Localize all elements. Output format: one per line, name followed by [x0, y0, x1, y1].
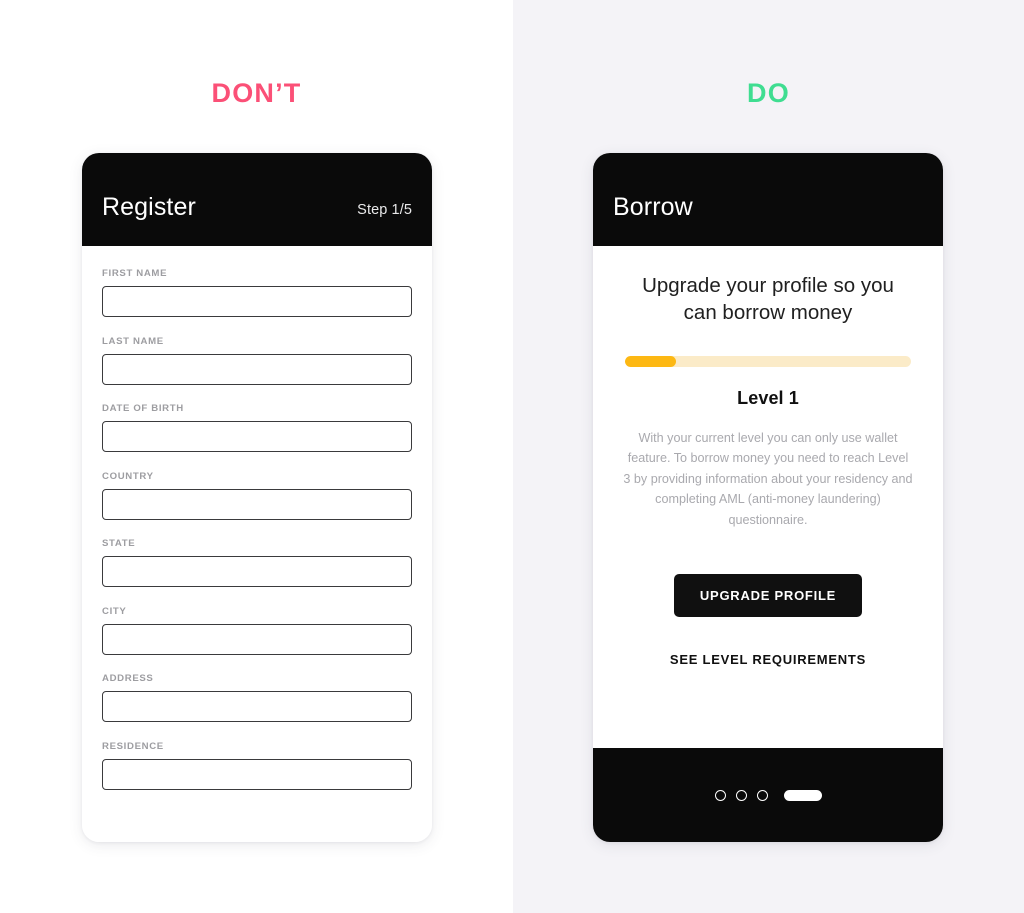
city-input[interactable]: [102, 623, 412, 655]
field-last-name: LAST NAME: [102, 336, 412, 385]
comparison-stage: DON’T DO Register Step 1/5 FIRST NAME LA…: [0, 0, 1024, 913]
do-heading: DO: [747, 78, 790, 108]
first-name-input[interactable]: [102, 286, 412, 317]
nav-dot-1[interactable]: [714, 789, 726, 801]
register-step-indicator: Step 1/5: [357, 202, 412, 218]
field-residence: RESIDENCE: [102, 741, 412, 790]
dont-heading: DON’T: [211, 78, 302, 108]
field-label-country: COUNTRY: [102, 470, 154, 482]
borrow-heading: Upgrade your profile so you can borrow m…: [642, 274, 894, 324]
nav-dot-3[interactable]: [756, 789, 768, 801]
field-date-of-birth: DATE OF BIRTH: [102, 403, 412, 452]
level-progress-fill: [625, 356, 677, 367]
register-header: Register Step 1/5: [82, 153, 432, 246]
borrow-title: Borrow: [613, 193, 693, 221]
field-country: COUNTRY: [102, 471, 412, 520]
register-phone-card: Register Step 1/5 FIRST NAME LAST NAME D…: [82, 153, 432, 842]
field-city: CITY: [102, 606, 412, 655]
residence-input[interactable]: [102, 758, 412, 790]
last-name-input[interactable]: [102, 353, 412, 385]
field-label-state: STATE: [102, 538, 136, 549]
state-input[interactable]: [102, 556, 412, 587]
field-first-name: FIRST NAME: [102, 268, 412, 317]
borrow-header: Borrow: [593, 153, 943, 246]
field-label-date-of-birth: DATE OF BIRTH: [102, 403, 184, 414]
register-form: FIRST NAME LAST NAME DATE OF BIRTH COUNT…: [82, 246, 432, 842]
address-input[interactable]: [102, 691, 412, 722]
current-level-label: Level 1: [737, 388, 799, 408]
register-title: Register: [102, 193, 196, 221]
field-label-address: ADDRESS: [102, 673, 154, 684]
level-progress-bar: [625, 356, 911, 367]
see-level-requirements-link[interactable]: SEE LEVEL REQUIREMENTS: [621, 652, 915, 667]
field-label-residence: RESIDENCE: [102, 740, 164, 752]
upgrade-profile-button[interactable]: UPGRADE PROFILE: [673, 574, 863, 618]
field-label-first-name: FIRST NAME: [102, 268, 168, 279]
field-state: STATE: [102, 538, 412, 587]
borrow-phone-card: Borrow Upgrade your profile so you can b…: [593, 153, 943, 842]
level-description: With your current level you can only use…: [623, 431, 913, 527]
nav-active-pill[interactable]: [783, 789, 822, 801]
field-label-last-name: LAST NAME: [102, 335, 164, 347]
borrow-content: Upgrade your profile so you can borrow m…: [593, 246, 943, 748]
field-label-city: CITY: [102, 605, 127, 617]
field-address: ADDRESS: [102, 673, 412, 722]
nav-dot-2[interactable]: [735, 789, 747, 801]
date-of-birth-input[interactable]: [102, 421, 412, 452]
borrow-footer-nav: [593, 748, 943, 842]
country-input[interactable]: [102, 488, 412, 520]
